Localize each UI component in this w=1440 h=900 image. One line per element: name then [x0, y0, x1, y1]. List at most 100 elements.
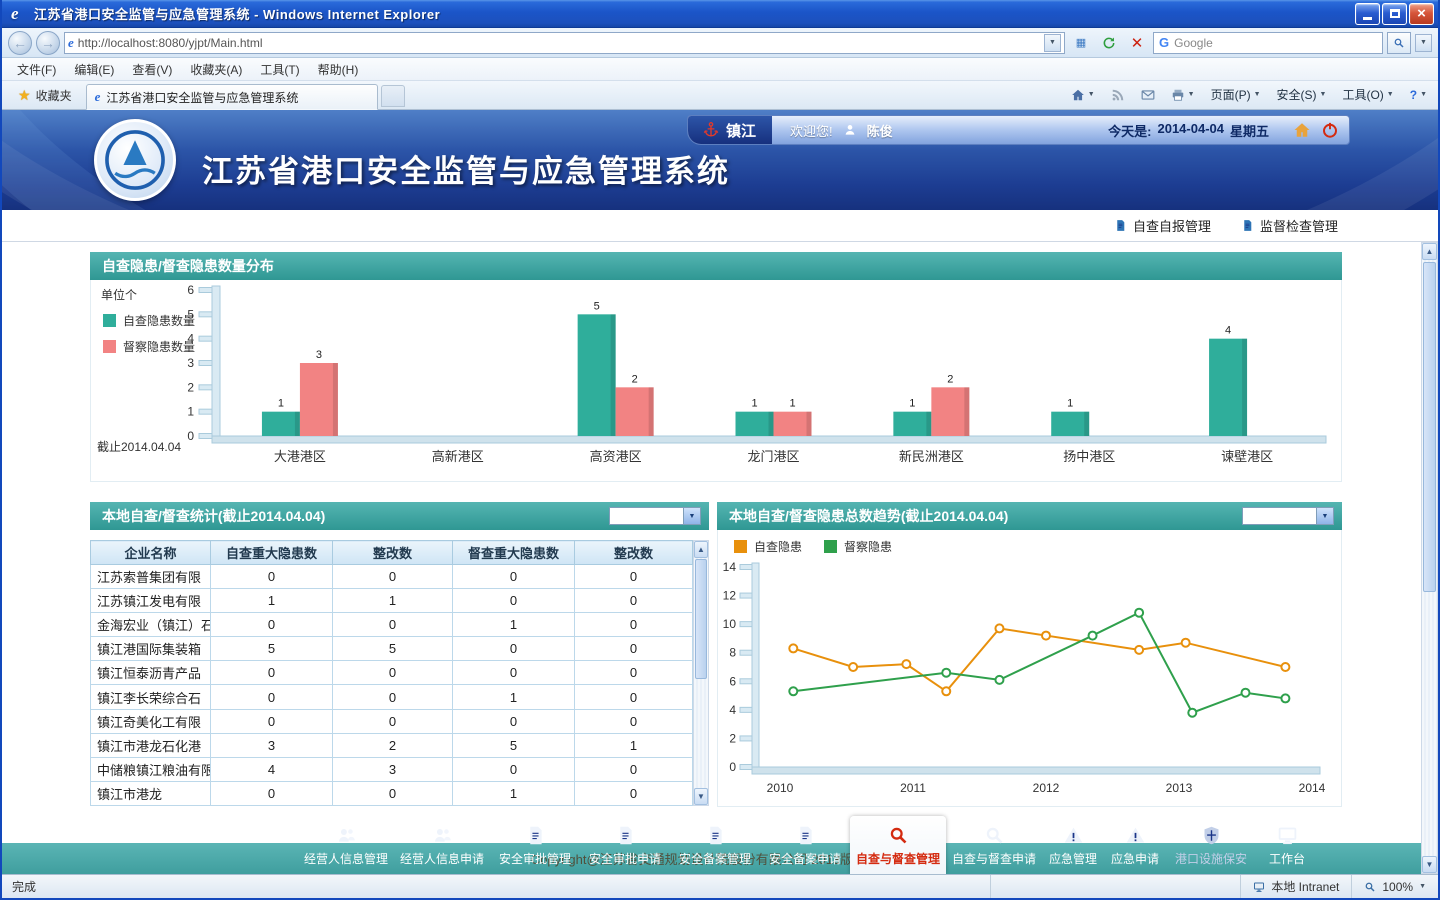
new-tab-stub[interactable] [381, 85, 405, 107]
table-panel-title: 本地自查/督查统计(截止2014.04.04) [102, 506, 325, 526]
scroll-up-button[interactable]: ▲ [694, 541, 708, 558]
safety-menu-button[interactable]: 安全(S)▼ [1270, 82, 1334, 107]
forward-button[interactable]: → [36, 31, 60, 55]
zoom-control[interactable]: 100% ▼ [1351, 875, 1438, 898]
magnifier-icon [1393, 37, 1405, 49]
scrollbar-thumb[interactable] [695, 559, 707, 679]
scrollbar-track[interactable] [1422, 260, 1437, 856]
page-scrollbar[interactable]: ▲ ▼ [1421, 242, 1438, 874]
app-page: 江苏省港口安全监管与应急管理系统 镇江 欢迎您! 陈俊 今天是:2014-04-… [2, 110, 1438, 874]
company-name-cell: 镇江港国际集装箱 [91, 637, 211, 661]
minimize-button[interactable] [1355, 3, 1380, 25]
scroll-down-button[interactable]: ▼ [694, 788, 708, 805]
document-icon [525, 825, 546, 846]
value-cell: 0 [211, 661, 333, 685]
table-header-row: 企业名称 自查重大隐患数 整改数 督查重大隐患数 整改数 [91, 541, 693, 565]
table-row[interactable]: 金海宏业（镇江）石0010 [91, 613, 693, 637]
tools-menu-button[interactable]: 工具(O)▼ [1335, 82, 1400, 107]
nav-port-facility-security[interactable]: 港口设施保安 [1166, 816, 1256, 874]
table-row[interactable]: 江苏索普集团有限0000 [91, 565, 693, 589]
app-title: 江苏省港口安全监管与应急管理系统 [202, 146, 730, 191]
company-filter-select[interactable]: ▼ [609, 507, 701, 525]
scrollbar-track[interactable] [694, 558, 708, 788]
value-cell: 4 [211, 757, 333, 781]
logout-power-icon[interactable] [1321, 121, 1339, 139]
trend-filter-select[interactable]: ▼ [1242, 507, 1334, 525]
menu-item-favorites[interactable]: 收藏夹(A) [181, 58, 251, 81]
table-row[interactable]: 镇江市港龙石化港3251 [91, 733, 693, 757]
print-button[interactable]: ▼ [1164, 84, 1202, 106]
search-box[interactable]: G Google [1153, 32, 1383, 54]
svg-text:4: 4 [1225, 325, 1231, 337]
city-name: 镇江 [726, 120, 756, 141]
back-button[interactable]: ← [8, 31, 32, 55]
magnifier-icon [984, 825, 1005, 846]
table-row[interactable]: 镇江李长荣综合石0010 [91, 685, 693, 709]
bar-chart-panel: 自查隐患/督查隐患数量分布 单位个 自查隐患数量 督察隐患数量 [90, 252, 1342, 482]
compatibility-view-button[interactable]: ▦ [1069, 31, 1093, 55]
subnav-supervision-check-mgmt[interactable]: 监督检查管理 [1241, 216, 1338, 235]
company-name-cell: 镇江奇美化工有限 [91, 709, 211, 733]
page-menu-button[interactable]: 页面(P)▼ [1204, 82, 1268, 107]
feeds-button[interactable] [1104, 84, 1132, 106]
menu-item-file[interactable]: 文件(F) [8, 58, 65, 81]
nav-emergency-mgmt[interactable]: 应急管理 [1042, 816, 1104, 874]
nav-safety-approval-apply[interactable]: 安全审批申请 [580, 816, 670, 874]
home-button[interactable]: ▼ [1064, 84, 1102, 106]
svg-text:高资港区: 高资港区 [590, 449, 642, 464]
scroll-down-button[interactable]: ▼ [1422, 856, 1437, 873]
close-button[interactable]: × [1409, 3, 1434, 25]
scroll-up-button[interactable]: ▲ [1422, 243, 1437, 260]
user-strip: 镇江 欢迎您! 陈俊 今天是:2014-04-04星期五 [687, 115, 1350, 145]
value-cell: 0 [453, 661, 575, 685]
table-row[interactable]: 镇江奇美化工有限0000 [91, 709, 693, 733]
nav-workbench[interactable]: 工作台 [1256, 816, 1318, 874]
browser-tab[interactable]: e 江苏省港口安全监管与应急管理系统 [86, 84, 378, 110]
table-row[interactable]: 镇江港国际集装箱5500 [91, 637, 693, 661]
svg-text:2011: 2011 [900, 781, 926, 795]
nav-safety-record-mgmt[interactable]: 安全备案管理 [670, 816, 760, 874]
nav-safety-approval-mgmt[interactable]: 安全审批管理 [490, 816, 580, 874]
help-button[interactable]: ?▼ [1403, 84, 1434, 106]
read-mail-button[interactable] [1134, 84, 1162, 106]
nav-operator-info-mgmt[interactable]: 经营人信息管理 [298, 816, 394, 874]
subnav-self-report-mgmt[interactable]: 自查自报管理 [1114, 216, 1211, 235]
svg-text:12: 12 [723, 589, 737, 603]
nav-operator-info-apply[interactable]: 经营人信息申请 [394, 816, 490, 874]
address-dropdown-button[interactable]: ▼ [1044, 34, 1061, 52]
svg-text:高新港区: 高新港区 [432, 449, 484, 464]
value-cell: 2 [333, 733, 453, 757]
chevron-down-icon: ▼ [1254, 91, 1261, 98]
table-row[interactable]: 中储粮镇江粮油有限4300 [91, 757, 693, 781]
legend-swatch-orange [734, 540, 747, 553]
value-cell: 0 [575, 685, 693, 709]
value-cell: 0 [453, 589, 575, 613]
home-shortcut-icon[interactable] [1293, 121, 1311, 139]
nav-emergency-apply[interactable]: 应急申请 [1104, 816, 1166, 874]
favorites-button[interactable]: ★ 收藏夹 [8, 83, 82, 108]
table-row[interactable]: 江苏镇江发电有限1100 [91, 589, 693, 613]
nav-safety-record-apply[interactable]: 安全备案申请 [760, 816, 850, 874]
address-bar[interactable]: e http://localhost:8080/yjpt/Main.html ▼ [64, 32, 1065, 54]
search-button[interactable] [1387, 32, 1411, 54]
scrollbar-thumb[interactable] [1423, 262, 1436, 592]
nav-selfcheck-supervision-mgmt[interactable]: 自查与督查管理 [850, 816, 946, 874]
table-row[interactable]: 镇江恒泰沥青产品0000 [91, 661, 693, 685]
value-cell: 5 [211, 637, 333, 661]
col-selfcheck-hazards: 自查重大隐患数 [211, 541, 333, 565]
menu-item-view[interactable]: 查看(V) [123, 58, 181, 81]
svg-text:0: 0 [729, 760, 736, 774]
maximize-button[interactable] [1382, 3, 1407, 25]
legend-swatch-teal [103, 314, 116, 327]
nav-selfcheck-supervision-apply[interactable]: 自查与督查申请 [946, 816, 1042, 874]
star-icon: ★ [18, 87, 31, 104]
table-row[interactable]: 镇江市港龙0010 [91, 781, 693, 805]
stop-button[interactable]: ✕ [1125, 31, 1149, 55]
port-logo-icon [102, 127, 168, 193]
refresh-button[interactable] [1097, 31, 1121, 55]
menu-item-help[interactable]: 帮助(H) [309, 58, 368, 81]
table-scrollbar[interactable]: ▲ ▼ [693, 540, 709, 806]
search-dropdown-button[interactable]: ▼ [1415, 34, 1432, 52]
menu-item-edit[interactable]: 编辑(E) [65, 58, 123, 81]
menu-item-tools[interactable]: 工具(T) [251, 58, 308, 81]
